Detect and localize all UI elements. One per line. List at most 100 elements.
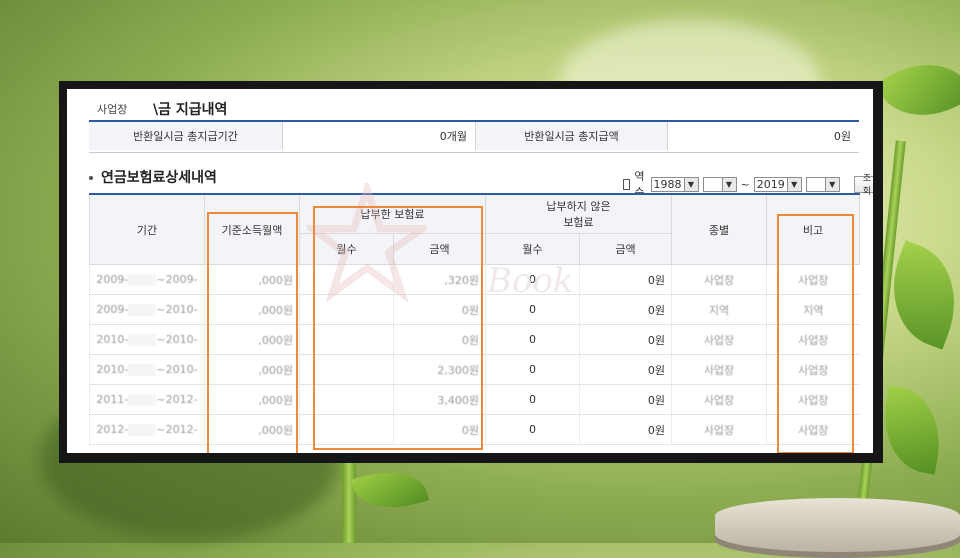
cell-unpaid-amount: 0원 — [579, 414, 672, 445]
cell-paid-months — [299, 354, 394, 385]
summary-label-period: 반환일시금 총지급기간 — [89, 122, 283, 150]
cell-paid-amount: ,320원 — [393, 264, 486, 295]
period-to: ~2010- — [156, 333, 198, 346]
period-to: ~2012- — [156, 393, 198, 406]
reverse-order-checkbox[interactable] — [623, 178, 631, 190]
redaction-mask — [128, 274, 157, 286]
period-to: ~2010- — [156, 303, 198, 316]
header-note: 비고 — [766, 193, 860, 265]
redaction-mask — [128, 364, 157, 376]
table-row: 2011- ~2012- ,000원 3,400원 0 0원 사업장 사업장 — [89, 384, 860, 415]
table-row: 2010- ~2010- ,000원 0원 0 0원 사업장 사업장 — [89, 324, 860, 355]
cell-paid-amount: 0원 — [393, 324, 486, 355]
table-row: 2010- ~2010- ,000원 2,300원 0 0원 사업장 사업장 — [89, 354, 860, 385]
table-row: 2012- ~2012- ,000원 0원 0 0원 사업장 사업장 — [89, 414, 860, 445]
cell-period: 2012- ~2012- — [89, 414, 205, 445]
period-from: 2012- — [96, 423, 129, 436]
header-unpaid-months: 월수 — [485, 233, 580, 265]
period-to: ~2009- — [156, 273, 198, 286]
period-from: 2009- — [96, 273, 129, 286]
header-paid-months: 월수 — [299, 233, 394, 265]
page-title: \금 지급내역 — [153, 102, 228, 118]
search-button[interactable]: 조회 — [853, 174, 873, 197]
cell-unpaid-months: 0 — [485, 384, 580, 415]
cell-paid-months — [299, 414, 394, 445]
cell-paid-amount: 0원 — [393, 294, 486, 325]
cell-type: 사업장 — [671, 354, 767, 385]
chevron-down-icon: ▼ — [721, 177, 736, 191]
cell-paid-months — [299, 324, 394, 355]
section-title-text: 연금보험료상세내역 — [101, 170, 217, 186]
cell-type: 사업장 — [671, 324, 767, 355]
header-unpaid-amount: 금액 — [579, 233, 672, 265]
header-unpaid: 납부하지 않은 보험료 — [485, 193, 672, 234]
header-base-income: 기준소득월액 — [204, 193, 300, 265]
year-to-value: 2019 — [756, 177, 785, 191]
cell-paid-months — [299, 384, 394, 415]
summary-bar: 반환일시금 총지급기간 0개월 반환일시금 총지급액 0원 — [89, 120, 859, 153]
plant-leaf — [875, 385, 949, 475]
cell-note: 사업장 — [766, 384, 860, 415]
cell-unpaid-amount: 0원 — [579, 384, 672, 415]
period-to: ~2012- — [156, 423, 198, 436]
header-paid: 납부한 보험료 — [299, 193, 486, 234]
cell-note: 사업장 — [766, 264, 860, 295]
cell-type: 사업장 — [671, 384, 767, 415]
chevron-down-icon: ▼ — [683, 177, 698, 191]
month-to-select[interactable]: ▼ — [805, 176, 840, 192]
cell-paid-months — [299, 264, 394, 295]
cell-note: 사업장 — [766, 354, 860, 385]
cell-unpaid-months: 0 — [485, 294, 580, 325]
cell-type: 사업장 — [671, 264, 767, 295]
cell-income: ,000원 — [204, 414, 300, 445]
cell-paid-months — [299, 294, 394, 325]
cell-income: ,000원 — [204, 324, 300, 355]
cell-income: ,000원 — [204, 264, 300, 295]
summary-value-period: 0개월 — [283, 122, 476, 150]
chevron-down-icon: ▼ — [786, 177, 801, 191]
table-row: 2009- ~2009- ,000원 ,320원 0 0원 사업장 사업장 — [89, 264, 860, 295]
month-from-select[interactable]: ▼ — [702, 176, 737, 192]
cell-type: 지역 — [671, 294, 767, 325]
cell-paid-amount: 3,400원 — [393, 384, 486, 415]
coin-stack — [715, 498, 960, 558]
header-paid-amount: 금액 — [393, 233, 486, 265]
cell-income: ,000원 — [204, 354, 300, 385]
cell-income: ,000원 — [204, 294, 300, 325]
cell-note: 사업장 — [766, 324, 860, 355]
cell-unpaid-months: 0 — [485, 354, 580, 385]
cell-period: 2009- ~2010- — [89, 294, 205, 325]
cell-unpaid-months: 0 — [485, 414, 580, 445]
cell-income: ,000원 — [204, 384, 300, 415]
cell-note: 지역 — [766, 294, 860, 325]
summary-label-amount: 반환일시금 총지급액 — [476, 122, 668, 150]
year-to-select[interactable]: 2019 ▼ — [753, 176, 802, 192]
plant-leaf — [351, 461, 429, 519]
header-period: 기간 — [89, 193, 205, 265]
table-row: 2009- ~2010- ,000원 0원 0 0원 지역 지역 — [89, 294, 860, 325]
cell-unpaid-amount: 0원 — [579, 264, 672, 295]
redaction-mask — [128, 394, 157, 406]
cell-unpaid-amount: 0원 — [579, 354, 672, 385]
contribution-table: 기간 기준소득월액 납부한 보험료 납부하지 않은 보험료 종별 비고 월수 금… — [89, 193, 860, 445]
cell-period: 2011- ~2012- — [89, 384, 205, 415]
cell-paid-amount: 0원 — [393, 414, 486, 445]
redaction-mask — [128, 424, 157, 436]
period-from: 2010- — [96, 363, 129, 376]
cell-note: 사업장 — [766, 414, 860, 445]
content-panel: 사업장 \금 지급내역 반환일시금 총지급기간 0개월 반환일시금 총지급액 0… — [67, 89, 873, 453]
period-from: 2010- — [96, 333, 129, 346]
summary-value-amount: 0원 — [833, 130, 851, 143]
cell-period: 2010- ~2010- — [89, 324, 205, 355]
period-from: 2011- — [96, 393, 129, 406]
cell-paid-amount: 2,300원 — [393, 354, 486, 385]
bullet-icon — [89, 176, 93, 180]
cell-unpaid-amount: 0원 — [579, 294, 672, 325]
year-from-select[interactable]: 1988 ▼ — [650, 176, 699, 192]
redaction-mask — [128, 334, 157, 346]
period-from: 2009- — [96, 303, 129, 316]
header-prefix: 사업장 — [97, 103, 128, 116]
cell-unpaid-amount: 0원 — [579, 324, 672, 355]
range-separator: ~ — [740, 177, 750, 191]
cell-period: 2010- ~2010- — [89, 354, 205, 385]
